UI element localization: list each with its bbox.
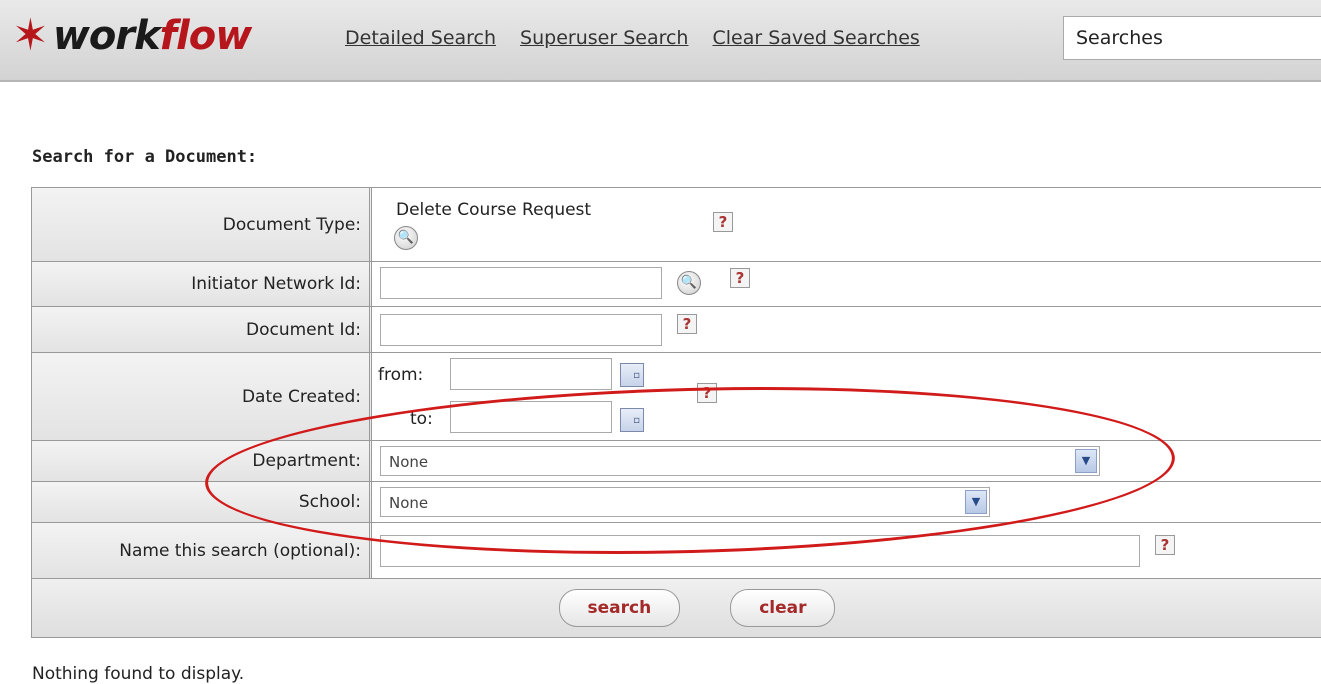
document-type-help-icon[interactable]: ?: [713, 212, 733, 232]
school-select[interactable]: None ▼: [380, 487, 990, 517]
date-from-label: from:: [378, 365, 424, 385]
row-document-type: Document Type: Delete Course Request 🔍 ?: [32, 188, 1321, 262]
date-to-input[interactable]: [450, 401, 612, 433]
logo-wordmark: workflow: [52, 13, 252, 59]
row-initiator: Initiator Network Id: 🔍 ?: [32, 262, 1321, 307]
clear-button[interactable]: clear: [730, 589, 836, 627]
header-nav: Detailed Search Superuser Search Clear S…: [345, 27, 920, 49]
chevron-down-icon[interactable]: ▼: [965, 490, 987, 514]
document-id-input[interactable]: [380, 314, 662, 346]
chevron-down-icon[interactable]: ▼: [1075, 449, 1097, 473]
saved-searches-select[interactable]: Searches: [1063, 16, 1321, 60]
row-school: School: None ▼: [32, 482, 1321, 523]
row-document-id: Document Id: ?: [32, 307, 1321, 353]
date-from-calendar-icon[interactable]: ▫: [620, 363, 644, 387]
initiator-help-icon[interactable]: ?: [730, 268, 750, 288]
date-from-input[interactable]: [450, 358, 612, 390]
department-select[interactable]: None ▼: [380, 446, 1100, 476]
name-search-label: Name this search (optional):: [32, 523, 372, 578]
department-selected-value: None: [389, 453, 429, 471]
document-id-help-icon[interactable]: ?: [677, 314, 697, 334]
initiator-lookup-icon[interactable]: 🔍: [677, 271, 701, 295]
document-id-label: Document Id:: [32, 307, 372, 352]
initiator-network-id-label: Initiator Network Id:: [32, 262, 372, 306]
search-button[interactable]: search: [558, 589, 681, 627]
row-date-created: Date Created: from: ▫ to: ▫ ?: [32, 353, 1321, 441]
document-type-label: Document Type:: [32, 188, 372, 261]
detailed-search-link[interactable]: Detailed Search: [345, 27, 496, 49]
date-to-calendar-icon[interactable]: ▫: [620, 408, 644, 432]
document-type-lookup-icon[interactable]: 🔍: [394, 226, 418, 250]
school-selected-value: None: [389, 494, 429, 512]
date-created-label: Date Created:: [32, 353, 372, 440]
initiator-network-id-input[interactable]: [380, 267, 662, 299]
result-message: Nothing found to display.: [32, 664, 245, 684]
name-search-help-icon[interactable]: ?: [1155, 535, 1175, 555]
date-created-help-icon[interactable]: ?: [697, 383, 717, 403]
name-search-input[interactable]: [380, 535, 1140, 567]
search-form: Document Type: Delete Course Request 🔍 ?…: [31, 187, 1321, 638]
department-label: Department:: [32, 441, 372, 481]
row-department: Department: None ▼: [32, 441, 1321, 482]
logo-star-icon: ✶: [12, 10, 49, 61]
workflow-logo[interactable]: ✶ workflow: [12, 6, 252, 66]
row-name-search: Name this search (optional): ?: [32, 523, 1321, 579]
clear-saved-searches-link[interactable]: Clear Saved Searches: [712, 27, 919, 49]
page-title: Search for a Document:: [32, 147, 258, 167]
superuser-search-link[interactable]: Superuser Search: [520, 27, 688, 49]
date-to-label: to:: [410, 409, 433, 429]
document-type-value: Delete Course Request: [396, 200, 592, 220]
app-header: ✶ workflow Detailed Search Superuser Sea…: [0, 0, 1321, 82]
school-label: School:: [32, 482, 372, 522]
form-actions: search clear: [32, 579, 1321, 638]
